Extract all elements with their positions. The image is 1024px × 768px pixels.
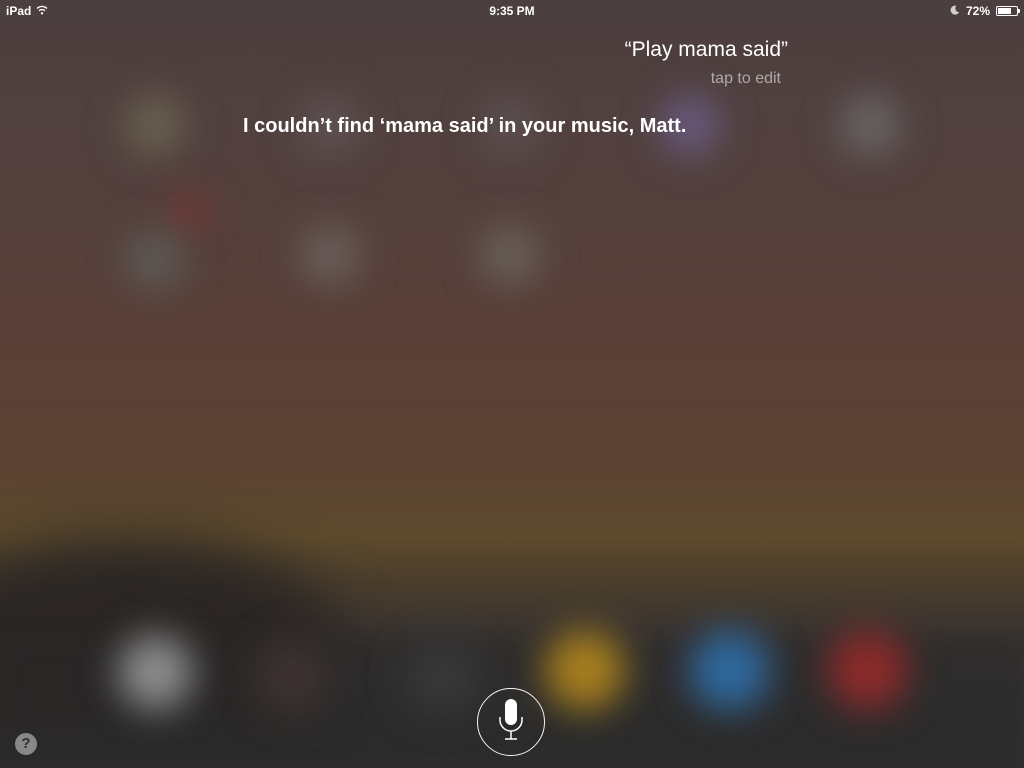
blurred-app-icon xyxy=(840,95,900,155)
blurred-dock-icon xyxy=(118,635,193,710)
blurred-dock-icon xyxy=(690,630,770,710)
tap-to-edit-hint[interactable]: tap to edit xyxy=(711,70,781,88)
blurred-app-icon xyxy=(125,95,185,155)
status-right: 72% xyxy=(950,4,1020,18)
battery-icon xyxy=(996,6,1020,16)
blurred-app-icon xyxy=(480,225,540,285)
blurred-dock-icon xyxy=(255,640,330,715)
blurred-dock-icon xyxy=(545,630,625,710)
blurred-dock-icon xyxy=(405,640,480,715)
moon-icon xyxy=(950,4,960,18)
blurred-app-icon xyxy=(125,230,185,290)
siri-response: I couldn’t find ‘mama said’ in your musi… xyxy=(243,115,687,137)
blurred-dock-icon xyxy=(828,630,908,710)
user-query[interactable]: “Play mama said” xyxy=(625,38,788,62)
blurred-app-icon xyxy=(175,195,205,225)
siri-screen: iPad 9:35 PM 72% “Play mama said” tap to… xyxy=(0,0,1024,768)
help-button[interactable]: ? xyxy=(15,733,37,755)
microphone-button[interactable] xyxy=(477,688,545,756)
status-bar: iPad 9:35 PM 72% xyxy=(0,0,1024,22)
battery-percent: 72% xyxy=(965,4,990,18)
blurred-app-icon xyxy=(300,225,360,285)
battery-level xyxy=(998,8,1011,14)
status-time: 9:35 PM xyxy=(489,4,535,18)
microphone-icon xyxy=(496,697,526,748)
